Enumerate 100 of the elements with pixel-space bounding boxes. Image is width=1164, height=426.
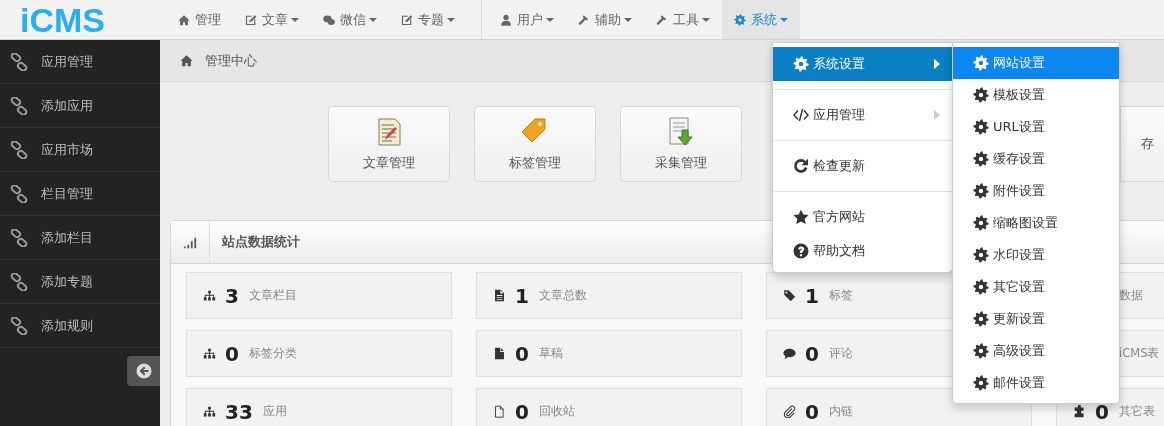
- settings-icon: [973, 375, 989, 391]
- submenu-item[interactable]: 网站设置: [953, 47, 1119, 79]
- submenu-item[interactable]: URL设置: [953, 111, 1119, 143]
- menu-item[interactable]: 官方网站: [773, 200, 952, 234]
- code-icon: [793, 107, 809, 123]
- submenu-item[interactable]: 模板设置: [953, 79, 1119, 111]
- link-icon: [10, 96, 28, 115]
- nav-menu-item[interactable]: 专题: [389, 0, 467, 39]
- breadcrumb-link[interactable]: 管理中心: [205, 51, 257, 70]
- settings-icon: [973, 279, 989, 295]
- hammer-icon: [578, 13, 590, 26]
- shortcut-card[interactable]: 文章管理: [328, 106, 450, 182]
- settings-icon: [973, 87, 989, 103]
- sitemap-icon: [203, 405, 216, 418]
- stat-value: 0: [1095, 399, 1109, 424]
- panel-title: 站点数据统计: [221, 233, 300, 251]
- nav-menu-item[interactable]: 管理: [166, 0, 233, 39]
- link-icon: [10, 316, 28, 335]
- settings-icon: [734, 13, 746, 26]
- stat-value: 0: [805, 341, 819, 366]
- settings-icon: [973, 215, 989, 231]
- submenu-item[interactable]: 邮件设置: [953, 367, 1119, 399]
- settings-icon: [973, 311, 989, 327]
- shortcut-card[interactable]: 标签管理: [474, 106, 596, 182]
- signal-bars-icon: [183, 235, 197, 249]
- hammer-icon: [656, 13, 668, 26]
- stat-value: 33: [225, 399, 253, 424]
- sidebar-item[interactable]: 添加应用: [0, 84, 160, 128]
- settings-icon: [973, 343, 989, 359]
- stat-value: 0: [515, 341, 529, 366]
- nav-menu-item[interactable]: 用户: [488, 0, 566, 39]
- stat-label: 回收站: [538, 404, 575, 419]
- home-icon: [180, 54, 193, 67]
- shortcut-card[interactable]: 存: [1120, 106, 1164, 182]
- star-icon: [793, 209, 809, 225]
- help-icon: [793, 243, 809, 259]
- settings-icon: [973, 119, 989, 135]
- submenu-item[interactable]: 水印设置: [953, 239, 1119, 271]
- settings-icon: [973, 183, 989, 199]
- link-icon: [10, 184, 28, 203]
- settings-icon: [973, 247, 989, 263]
- user-icon: [500, 13, 512, 26]
- submenu-item[interactable]: 缓存设置: [953, 143, 1119, 175]
- document-icon: [493, 289, 506, 302]
- stat-label: 应用: [262, 404, 287, 419]
- nav-menu-item[interactable]: 辅助: [566, 0, 644, 39]
- home-icon: [178, 13, 190, 26]
- sidebar-item[interactable]: 栏目管理: [0, 172, 160, 216]
- stat-value: 0: [805, 399, 819, 424]
- settings-icon: [793, 56, 809, 72]
- stat-label: 数据: [1119, 288, 1143, 303]
- stat-label: iCMS表: [1119, 346, 1160, 361]
- nav-menu-item[interactable]: 微信: [311, 0, 389, 39]
- edit-icon: [401, 13, 413, 26]
- link-icon: [10, 272, 28, 291]
- stat-value: 0: [225, 341, 239, 366]
- stat-label: 评论: [828, 346, 853, 361]
- sidebar-item[interactable]: 添加专题: [0, 260, 160, 304]
- submenu-item[interactable]: 其它设置: [953, 271, 1119, 303]
- file-icon: [493, 347, 506, 360]
- stat-label: 内链: [828, 404, 853, 419]
- stat-label: 标签分类: [248, 346, 297, 361]
- submenu-item[interactable]: 缩略图设置: [953, 207, 1119, 239]
- menu-item[interactable]: 系统设置: [773, 47, 952, 81]
- settings-icon: [973, 55, 989, 71]
- sitemap-icon: [203, 289, 216, 302]
- menu-item[interactable]: 应用管理: [773, 98, 952, 132]
- link-icon: [10, 52, 28, 71]
- chat-bubbles-icon: [323, 13, 335, 26]
- stat-value: 3: [225, 283, 239, 308]
- sidebar-item[interactable]: 添加规则: [0, 304, 160, 348]
- stat-value: 1: [805, 283, 819, 308]
- sidebar-item[interactable]: 添加栏目: [0, 216, 160, 260]
- submenu-item[interactable]: 附件设置: [953, 175, 1119, 207]
- paperclip-icon: [783, 405, 796, 418]
- shortcut-card[interactable]: 采集管理: [620, 106, 742, 182]
- stat-label: 文章栏目: [248, 288, 297, 303]
- settings-icon: [973, 151, 989, 167]
- stat-value: 0: [515, 399, 529, 424]
- menu-item[interactable]: 检查更新: [773, 149, 952, 183]
- menu-item[interactable]: 帮助文档: [773, 234, 952, 268]
- nav-menu-item[interactable]: 文章: [233, 0, 311, 39]
- link-icon: [10, 228, 28, 247]
- nav-menu-item[interactable]: 工具: [644, 0, 722, 39]
- link-icon: [10, 140, 28, 159]
- stat-value: 1: [515, 283, 529, 308]
- blank-file-icon: [493, 405, 506, 418]
- stat-label: 标签: [828, 288, 853, 303]
- sitemap-icon: [203, 347, 216, 360]
- tag-icon: [783, 289, 796, 302]
- edit-icon: [245, 13, 257, 26]
- submenu-item[interactable]: 高级设置: [953, 335, 1119, 367]
- submenu-item[interactable]: 更新设置: [953, 303, 1119, 335]
- sidebar-item[interactable]: 应用市场: [0, 128, 160, 172]
- stat-label: 文章总数: [538, 288, 587, 303]
- stat-label: 草稿: [538, 346, 563, 361]
- refresh-icon: [793, 158, 809, 174]
- collapse-sidebar-button[interactable]: [127, 356, 160, 386]
- comment-icon: [783, 347, 796, 360]
- stat-label: 其它表: [1118, 404, 1155, 419]
